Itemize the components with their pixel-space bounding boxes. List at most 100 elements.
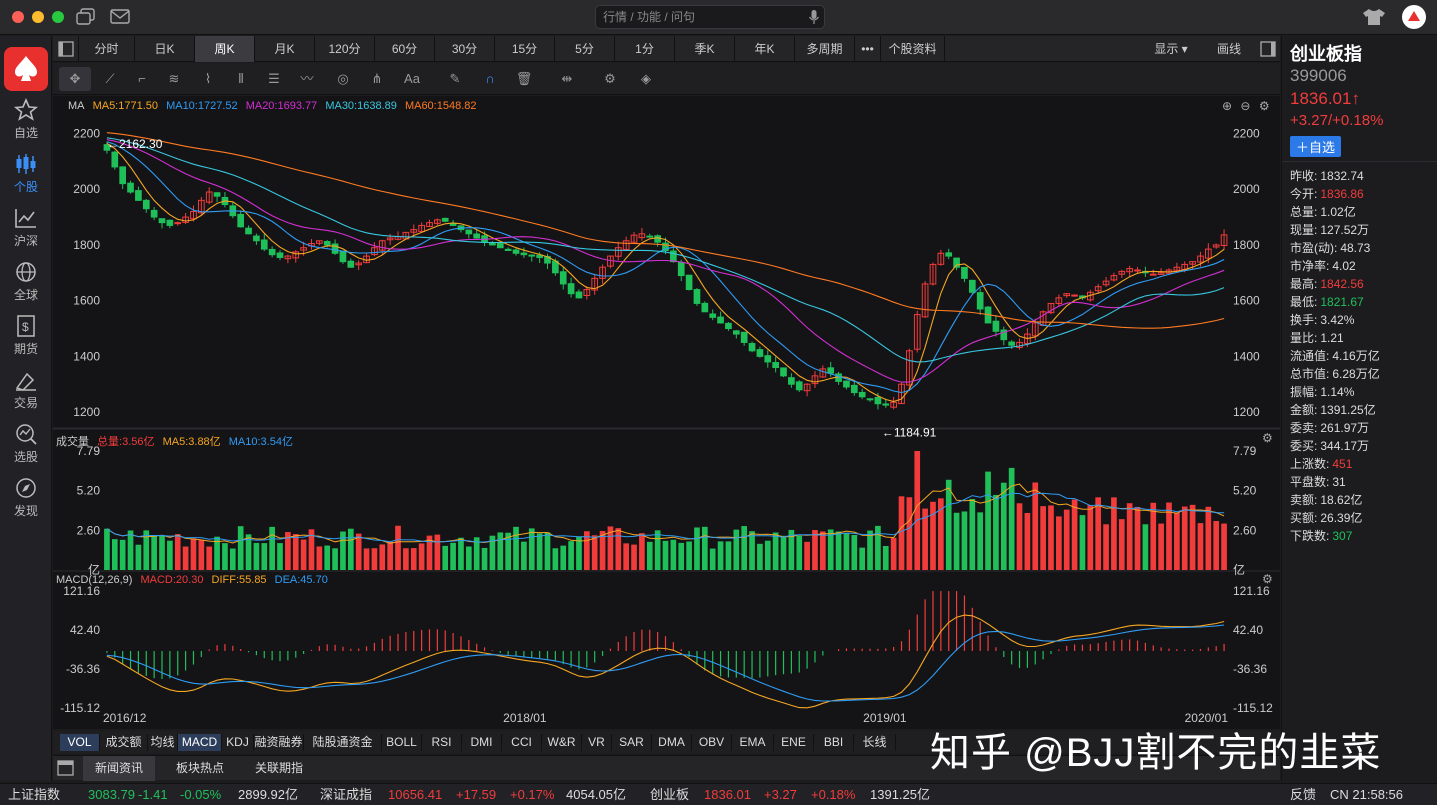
period-tab-12[interactable]: 多周期	[795, 36, 855, 62]
indicator-tab-13[interactable]: SAR	[612, 734, 652, 751]
nav-item-4[interactable]: $ 期货	[0, 314, 52, 357]
fan-tool-icon[interactable]: ≋	[161, 67, 187, 91]
volume-bar	[450, 542, 456, 570]
news-tab-2[interactable]: 关联期指	[245, 756, 313, 781]
macd-tick-right: 121.16	[1233, 584, 1270, 598]
sz-index-name[interactable]: 深证成指	[320, 784, 372, 805]
indicator-tab-12[interactable]: VR	[582, 734, 612, 751]
period-tab-10[interactable]: 季K	[675, 36, 735, 62]
magnet-tool-icon[interactable]: ∩	[477, 67, 503, 91]
tshirt-icon[interactable]	[1362, 8, 1386, 26]
toggle-right-panel-button[interactable]	[1256, 36, 1280, 62]
display-menu[interactable]: 显示 ▾	[1145, 36, 1197, 62]
nav-item-1[interactable]: 个股	[0, 152, 52, 195]
indicator-tab-7[interactable]: BOLL	[382, 734, 422, 751]
feedback-button[interactable]: 反馈	[1290, 784, 1316, 805]
bars-tool-icon[interactable]: ⦀	[228, 67, 254, 91]
toggle-news-panel-button[interactable]	[53, 756, 79, 781]
nav-item-6[interactable]: 选股	[0, 422, 52, 465]
indicator-tab-4[interactable]: KDJ	[222, 734, 254, 751]
nav-item-5[interactable]: 交易	[0, 368, 52, 411]
period-tab-11[interactable]: 年K	[735, 36, 795, 62]
period-tab-3[interactable]: 月K	[255, 36, 315, 62]
mail-icon[interactable]	[110, 9, 130, 24]
volume-bar	[1016, 503, 1023, 570]
period-tab-2[interactable]: 周K	[195, 36, 255, 62]
indicator-tab-3[interactable]: MACD	[178, 734, 222, 751]
layers-tool-icon[interactable]: ◈	[633, 67, 659, 91]
nav-item-0[interactable]: 自选	[0, 98, 52, 141]
nav-item-3[interactable]: 全球	[0, 260, 52, 303]
period-tab-8[interactable]: 5分	[555, 36, 615, 62]
avatar[interactable]	[1402, 5, 1426, 29]
trash-tool-icon[interactable]: 🗑	[511, 67, 537, 91]
volume-bar	[206, 546, 213, 570]
stock-chart[interactable]: 2200 2200 2000 2000 1800 1800 1600 1600 1400 1400…	[53, 96, 1280, 729]
indicator-tab-6[interactable]: 陆股通资金	[304, 734, 382, 751]
pitchfork-tool-icon[interactable]: ⋔	[364, 67, 390, 91]
period-tab-7[interactable]: 15分	[495, 36, 555, 62]
period-tab-0[interactable]: 分时	[79, 36, 135, 62]
minimize-window-button[interactable]	[32, 11, 44, 23]
cycle-tool-icon[interactable]: ◎	[330, 67, 356, 91]
add-watchlist-button[interactable]: ＋自选	[1290, 136, 1342, 157]
wave-tool-icon[interactable]: 〰	[294, 67, 320, 91]
search-input[interactable]: 行情 / 功能 / 问句	[595, 5, 825, 29]
indicator-tab-2[interactable]: 均线	[148, 734, 178, 751]
period-tab-4[interactable]: 120分	[315, 36, 375, 62]
period-tab-14[interactable]: 个股资料	[881, 36, 945, 62]
windows-icon[interactable]	[76, 8, 96, 26]
close-window-button[interactable]	[12, 11, 24, 23]
indicator-tab-17[interactable]: ENE	[774, 734, 814, 751]
indicator-tab-18[interactable]: BBI	[814, 734, 854, 751]
candle-body	[732, 330, 740, 335]
toggle-left-panel-button[interactable]	[53, 36, 79, 62]
news-tab-0[interactable]: 新闻资讯	[83, 756, 155, 781]
cy-index-name[interactable]: 创业板	[650, 784, 689, 805]
indicator-tab-10[interactable]: CCI	[502, 734, 542, 751]
indicator-tab-15[interactable]: OBV	[692, 734, 732, 751]
clock: CN 21:58:56	[1330, 787, 1403, 802]
indicator-tab-5[interactable]: 融资融券	[254, 734, 304, 751]
macd-histogram	[106, 591, 1225, 680]
microphone-icon[interactable]	[809, 10, 819, 24]
volume-bar	[497, 532, 504, 570]
settings-tool-icon[interactable]: ⚙	[597, 67, 623, 91]
move-tool-icon[interactable]: ✥	[59, 67, 91, 91]
zoom-window-button[interactable]	[52, 11, 64, 23]
indicator-tab-11[interactable]: W&R	[542, 734, 582, 751]
candle-body	[119, 166, 126, 185]
nav-item-2[interactable]: 沪深	[0, 206, 52, 249]
indicator-tab-8[interactable]: RSI	[422, 734, 462, 751]
draw-line-button[interactable]: 画线	[1205, 36, 1253, 62]
indicator-tab-14[interactable]: DMA	[652, 734, 692, 751]
eraser-tool-icon[interactable]: ✎	[442, 67, 468, 91]
price-tick-right: 1600	[1233, 294, 1260, 308]
period-tab-13[interactable]: •••	[855, 36, 881, 62]
crop-tool-icon[interactable]: ⌐	[129, 67, 155, 91]
period-tab-1[interactable]: 日K	[135, 36, 195, 62]
candles	[103, 141, 1228, 410]
period-tab-9[interactable]: 1分	[615, 36, 675, 62]
period-tab-6[interactable]: 30分	[435, 36, 495, 62]
sh-index-name[interactable]: 上证指数	[8, 784, 60, 805]
vol-tick-right: 2.60	[1233, 523, 1257, 537]
chart-area[interactable]: MA MA5:1771.50 MA10:1727.52 MA20:1693.77…	[53, 96, 1280, 729]
mirror-tool-icon[interactable]: ⇹	[554, 67, 580, 91]
indicator-tab-16[interactable]: EMA	[732, 734, 774, 751]
nav-item-7[interactable]: 发现	[0, 476, 52, 519]
line-segment-tool-icon[interactable]: ⟋	[97, 67, 123, 91]
candle-body	[559, 271, 567, 285]
text-tool-icon[interactable]: Aa	[399, 67, 425, 91]
news-tab-1[interactable]: 板块热点	[163, 756, 237, 781]
stat-row: 最低: 1821.67	[1290, 293, 1364, 310]
indicator-tab-1[interactable]: 成交额	[100, 734, 148, 751]
indicator-tab-19[interactable]: 长线	[854, 734, 896, 751]
indicator-tab-0[interactable]: VOL	[60, 734, 100, 751]
svg-text:$: $	[22, 320, 29, 334]
pattern-tool-icon[interactable]: ⌇	[195, 67, 221, 91]
fib-tool-icon[interactable]: ☰	[261, 67, 287, 91]
stat-label: 振幅:	[1290, 385, 1318, 399]
indicator-tab-9[interactable]: DMI	[462, 734, 502, 751]
period-tab-5[interactable]: 60分	[375, 36, 435, 62]
